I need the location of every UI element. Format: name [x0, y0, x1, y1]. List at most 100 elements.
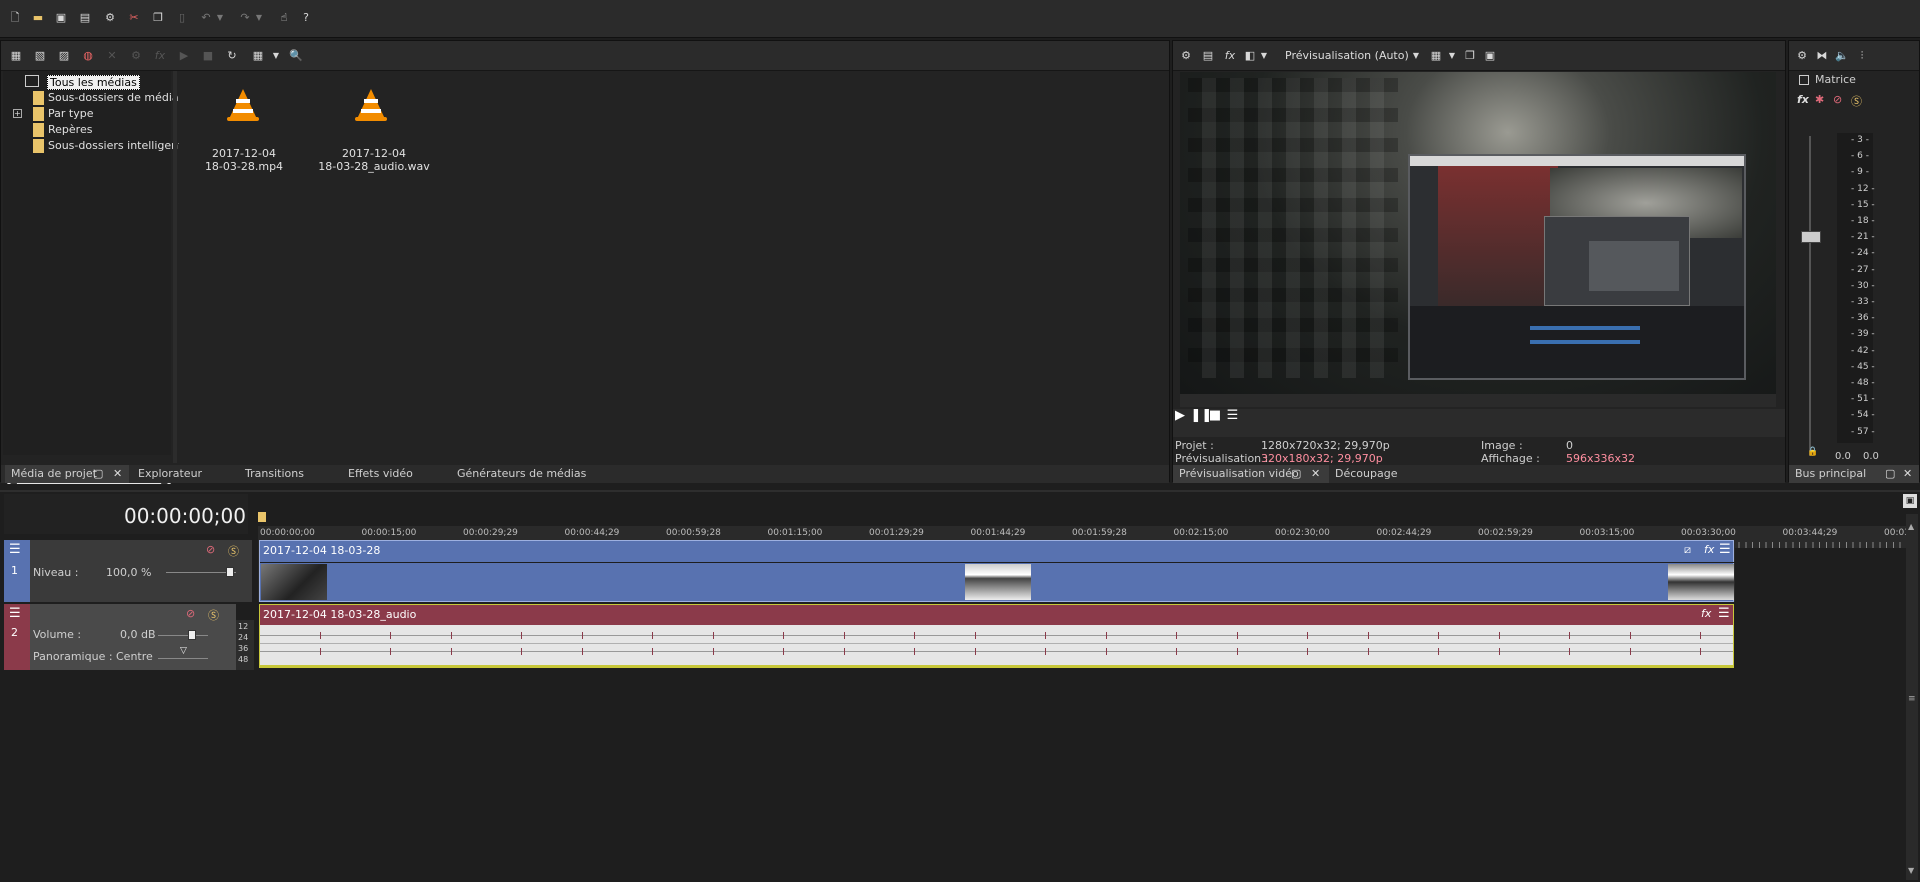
copy-icon[interactable]: ❐: [151, 11, 165, 25]
save-as-icon[interactable]: ▤: [78, 11, 92, 25]
fx-icon[interactable]: fx: [1797, 93, 1809, 106]
scroll-grip-icon[interactable]: ≡: [1908, 694, 1916, 704]
remove-unused-icon[interactable]: ◍: [81, 49, 95, 63]
close-icon[interactable]: ✕: [1311, 467, 1320, 480]
redo-dropdown-icon[interactable]: ▼: [252, 11, 266, 25]
timeline-vscrollbar[interactable]: ▲ ≡ ▼: [1906, 514, 1918, 880]
tree-item-by-type[interactable]: Par type: [48, 107, 93, 120]
split-dropdown-icon[interactable]: ▼: [1257, 49, 1271, 63]
expand-icon[interactable]: +: [13, 109, 22, 118]
master-properties-icon[interactable]: ⚙: [1795, 49, 1809, 63]
tab-explorer[interactable]: Explorateur: [132, 465, 202, 483]
media-properties-icon[interactable]: ⚙: [129, 49, 143, 63]
tree-item-all-media[interactable]: Tous les médias: [47, 75, 140, 90]
volume-slider[interactable]: [188, 630, 196, 640]
preview-quality-select[interactable]: Prévisualisation (Auto): [1285, 49, 1409, 62]
whats-this-icon[interactable]: ?: [299, 11, 313, 25]
close-icon[interactable]: ✕: [1903, 467, 1912, 480]
properties-icon[interactable]: ⚙: [103, 11, 117, 25]
undo-icon[interactable]: ↶: [199, 11, 213, 25]
tab-project-media[interactable]: Média de projet: [5, 465, 129, 483]
tab-video-effects[interactable]: Effets vidéo: [342, 465, 413, 483]
clip-menu-icon[interactable]: ☰: [1719, 542, 1731, 557]
timeline-options-icon[interactable]: ▣: [1903, 494, 1917, 508]
views-dropdown-icon[interactable]: ▼: [269, 49, 283, 63]
stop-icon[interactable]: ■: [1208, 409, 1222, 423]
downmix-icon[interactable]: ⧓: [1815, 49, 1829, 63]
copy-snapshot-icon[interactable]: ❐: [1463, 49, 1477, 63]
paste-icon[interactable]: ▯: [175, 11, 189, 25]
open-icon[interactable]: ▬: [31, 11, 45, 25]
search-icon[interactable]: 🔍: [289, 49, 303, 63]
device-icon[interactable]: ▤: [1201, 49, 1215, 63]
audio-clip[interactable]: 2017-12-04 18-03-28_audio fx ☰: [259, 604, 1734, 668]
loop-marker[interactable]: [258, 512, 266, 522]
close-icon[interactable]: ✕: [113, 467, 122, 480]
splitter[interactable]: [173, 71, 177, 463]
fx-icon[interactable]: fx: [1223, 49, 1237, 63]
mute-icon[interactable]: ⊘: [1833, 93, 1842, 106]
solo-icon[interactable]: Ⓢ: [208, 607, 219, 623]
overlays-dropdown-icon[interactable]: ▼: [1445, 49, 1459, 63]
save-icon[interactable]: ▣: [54, 11, 68, 25]
mute-icon[interactable]: ⊘: [186, 607, 195, 620]
overlays-icon[interactable]: ▦: [1429, 49, 1443, 63]
import-media-icon[interactable]: ▦: [9, 49, 23, 63]
speaker-icon[interactable]: 🔈: [1835, 49, 1849, 63]
play-icon[interactable]: ▶: [177, 49, 191, 63]
undo-dropdown-icon[interactable]: ▼: [213, 11, 227, 25]
tab-master-bus[interactable]: Bus principal: [1789, 465, 1919, 483]
help-icon[interactable]: ☝: [277, 11, 291, 25]
mixer-icon[interactable]: ⫶: [1855, 49, 1869, 63]
clip-menu-icon[interactable]: ☰: [1718, 606, 1730, 621]
tab-video-preview[interactable]: Prévisualisation vidéo: [1173, 465, 1329, 483]
stop-icon[interactable]: ■: [201, 49, 215, 63]
redo-icon[interactable]: ↷: [238, 11, 252, 25]
nested-window: [1408, 154, 1746, 380]
solo-icon[interactable]: Ⓢ: [228, 543, 239, 559]
matrix-checkbox[interactable]: [1799, 75, 1809, 85]
preview-properties-icon[interactable]: ⚙: [1179, 49, 1193, 63]
timecode-display[interactable]: 00:00:00;00: [124, 504, 246, 528]
pan-slider[interactable]: ▽: [180, 646, 187, 656]
menu-icon[interactable]: ☰: [1226, 409, 1240, 423]
undock-icon[interactable]: ▢: [93, 467, 103, 480]
undock-icon[interactable]: ▢: [1291, 467, 1301, 480]
save-snapshot-icon[interactable]: ▣: [1483, 49, 1497, 63]
waveform-peaks: [260, 648, 1733, 655]
get-media-icon[interactable]: ▨: [57, 49, 71, 63]
play-icon[interactable]: ▶: [1173, 409, 1187, 423]
level-slider[interactable]: [226, 567, 234, 577]
auto-preview-icon[interactable]: ↻: [225, 49, 239, 63]
lock-icon[interactable]: 🔒: [1807, 447, 1818, 457]
undock-icon[interactable]: ▢: [1885, 467, 1895, 480]
pause-icon[interactable]: ❚❚: [1191, 409, 1213, 423]
solo-icon[interactable]: Ⓢ: [1851, 93, 1862, 109]
track-menu-icon[interactable]: ☰: [9, 606, 21, 621]
fx-settings-icon[interactable]: ✱: [1815, 93, 1824, 106]
delete-icon[interactable]: ✕: [105, 49, 119, 63]
crop-icon[interactable]: ⧄: [1684, 543, 1691, 557]
capture-icon[interactable]: ▧: [33, 49, 47, 63]
cut-icon[interactable]: ✂: [127, 11, 141, 25]
quality-dropdown-icon[interactable]: ▼: [1409, 49, 1423, 63]
nested-titlebar: [1410, 156, 1744, 166]
tab-trimmer[interactable]: Découpage: [1329, 465, 1397, 483]
tree-item-media-subfolders[interactable]: Sous-dossiers de médias: [48, 91, 184, 104]
split-screen-icon[interactable]: ◧: [1243, 49, 1257, 63]
video-clip[interactable]: 2017-12-04 18-03-28 ⧄ fx ☰: [259, 540, 1735, 602]
fx-icon[interactable]: fx: [1704, 543, 1714, 556]
track-menu-icon[interactable]: ☰: [9, 542, 21, 557]
mute-icon[interactable]: ⊘: [206, 543, 215, 556]
tab-media-generators[interactable]: Générateurs de médias: [451, 465, 586, 483]
tree-item-markers[interactable]: Repères: [48, 123, 92, 136]
views-icon[interactable]: ▦: [251, 49, 265, 63]
tree-item-smart-subfolders[interactable]: Sous-dossiers intelligents: [48, 139, 188, 152]
fx-icon[interactable]: fx: [1701, 607, 1711, 620]
scroll-up-icon[interactable]: ▲: [1908, 522, 1914, 531]
tab-transitions[interactable]: Transitions: [239, 465, 304, 483]
new-icon[interactable]: 🗋: [8, 11, 22, 25]
fx-icon[interactable]: fx: [153, 49, 167, 63]
scroll-down-icon[interactable]: ▼: [1908, 866, 1914, 875]
master-fader[interactable]: [1801, 231, 1821, 243]
